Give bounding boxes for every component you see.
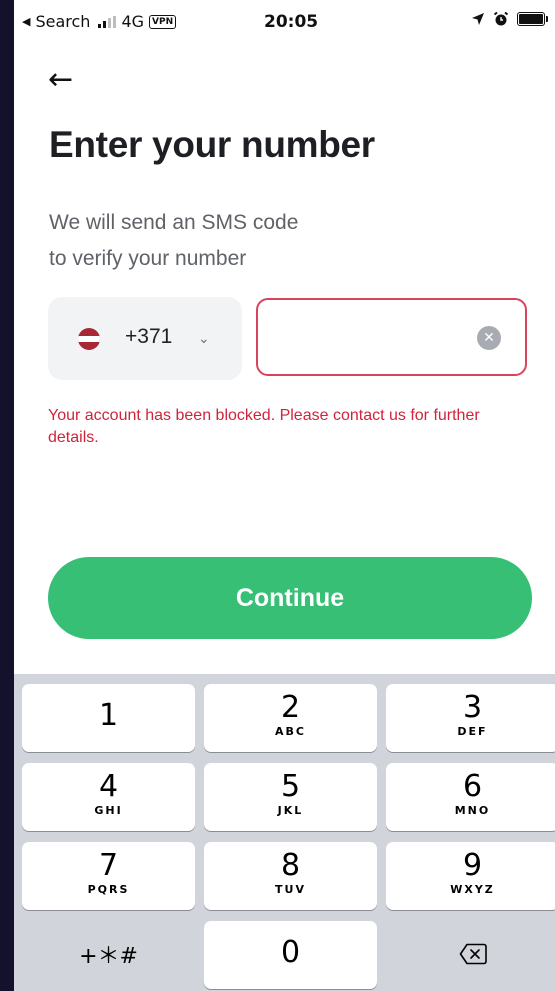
key-symbols-label: +＊# — [79, 944, 138, 969]
status-left: ◀ Search 4G VPN — [22, 12, 177, 31]
battery-icon — [517, 12, 548, 26]
key-4[interactable]: 4 GHI — [22, 763, 195, 831]
key-2[interactable]: 2 ABC — [204, 684, 377, 752]
back-to-search-icon[interactable]: ◀ — [22, 15, 30, 28]
page-subtitle: We will send an SMS code to verify your … — [49, 205, 449, 277]
key-0[interactable]: 0 — [204, 921, 377, 989]
key-digit: 2 — [280, 690, 301, 725]
key-letters: DEF — [457, 725, 488, 738]
key-3[interactable]: 3 DEF — [386, 684, 555, 752]
alarm-icon — [493, 11, 509, 26]
back-arrow-icon[interactable]: ← — [48, 64, 84, 100]
key-6[interactable]: 6 MNO — [386, 763, 555, 831]
country-code: +371 — [125, 325, 173, 348]
key-symbols[interactable]: +＊# — [22, 921, 195, 989]
latvia-flag-icon — [78, 328, 100, 350]
backspace-icon — [459, 943, 487, 965]
page-title: Enter your number — [49, 124, 375, 165]
subtitle-line-2: to verify your number — [49, 247, 247, 270]
key-digit: 9 — [462, 848, 483, 883]
phone-number-input[interactable] — [272, 300, 476, 376]
phone-number-field[interactable]: ✕ — [256, 298, 527, 376]
network-type: 4G — [121, 12, 145, 31]
key-digit: 1 — [98, 698, 119, 733]
back-to-search-label[interactable]: Search — [35, 12, 90, 31]
key-7[interactable]: 7 PQRS — [22, 842, 195, 910]
key-1[interactable]: 1 — [22, 684, 195, 752]
location-arrow-icon — [472, 13, 484, 25]
key-letters: ABC — [275, 725, 306, 738]
error-message: Your account has been blocked. Please co… — [48, 407, 480, 446]
key-letters: GHI — [94, 804, 123, 817]
status-bar: ◀ Search 4G VPN 20:05 — [14, 0, 555, 44]
phone-screen: ◀ Search 4G VPN 20:05 ← Enter your numbe… — [14, 0, 555, 991]
key-letters: WXYZ — [450, 883, 495, 896]
key-9[interactable]: 9 WXYZ — [386, 842, 555, 910]
key-letters: MNO — [454, 804, 491, 817]
status-right — [471, 11, 548, 27]
key-5[interactable]: 5 JKL — [204, 763, 377, 831]
key-letters: TUV — [275, 883, 306, 896]
key-digit: 5 — [280, 769, 301, 804]
key-letters: JKL — [277, 804, 304, 817]
key-letters: PQRS — [87, 883, 130, 896]
key-digit: 8 — [280, 848, 301, 883]
key-delete[interactable] — [386, 921, 555, 989]
numeric-keyboard: 1 2 ABC 3 DEF 4 GHI 5 JKL 6 MNO 7 PQRS 8 TUV 9W… — [14, 674, 555, 991]
subtitle-line-1: We will send an SMS code — [49, 211, 299, 234]
key-digit: 0 — [280, 935, 301, 970]
country-code-selector[interactable]: +371 ⌄ — [48, 297, 242, 380]
status-time: 20:05 — [264, 12, 319, 32]
clear-icon[interactable]: ✕ — [477, 326, 501, 350]
key-digit: 4 — [98, 769, 119, 804]
continue-button[interactable]: Continue — [48, 557, 532, 639]
key-8[interactable]: 8 TUV — [204, 842, 377, 910]
signal-icon — [98, 15, 117, 28]
key-digit: 3 — [462, 690, 483, 725]
key-digit: 6 — [462, 769, 483, 804]
key-digit: 7 — [98, 848, 119, 883]
vpn-badge: VPN — [149, 14, 177, 29]
chevron-down-icon: ⌄ — [198, 330, 210, 346]
